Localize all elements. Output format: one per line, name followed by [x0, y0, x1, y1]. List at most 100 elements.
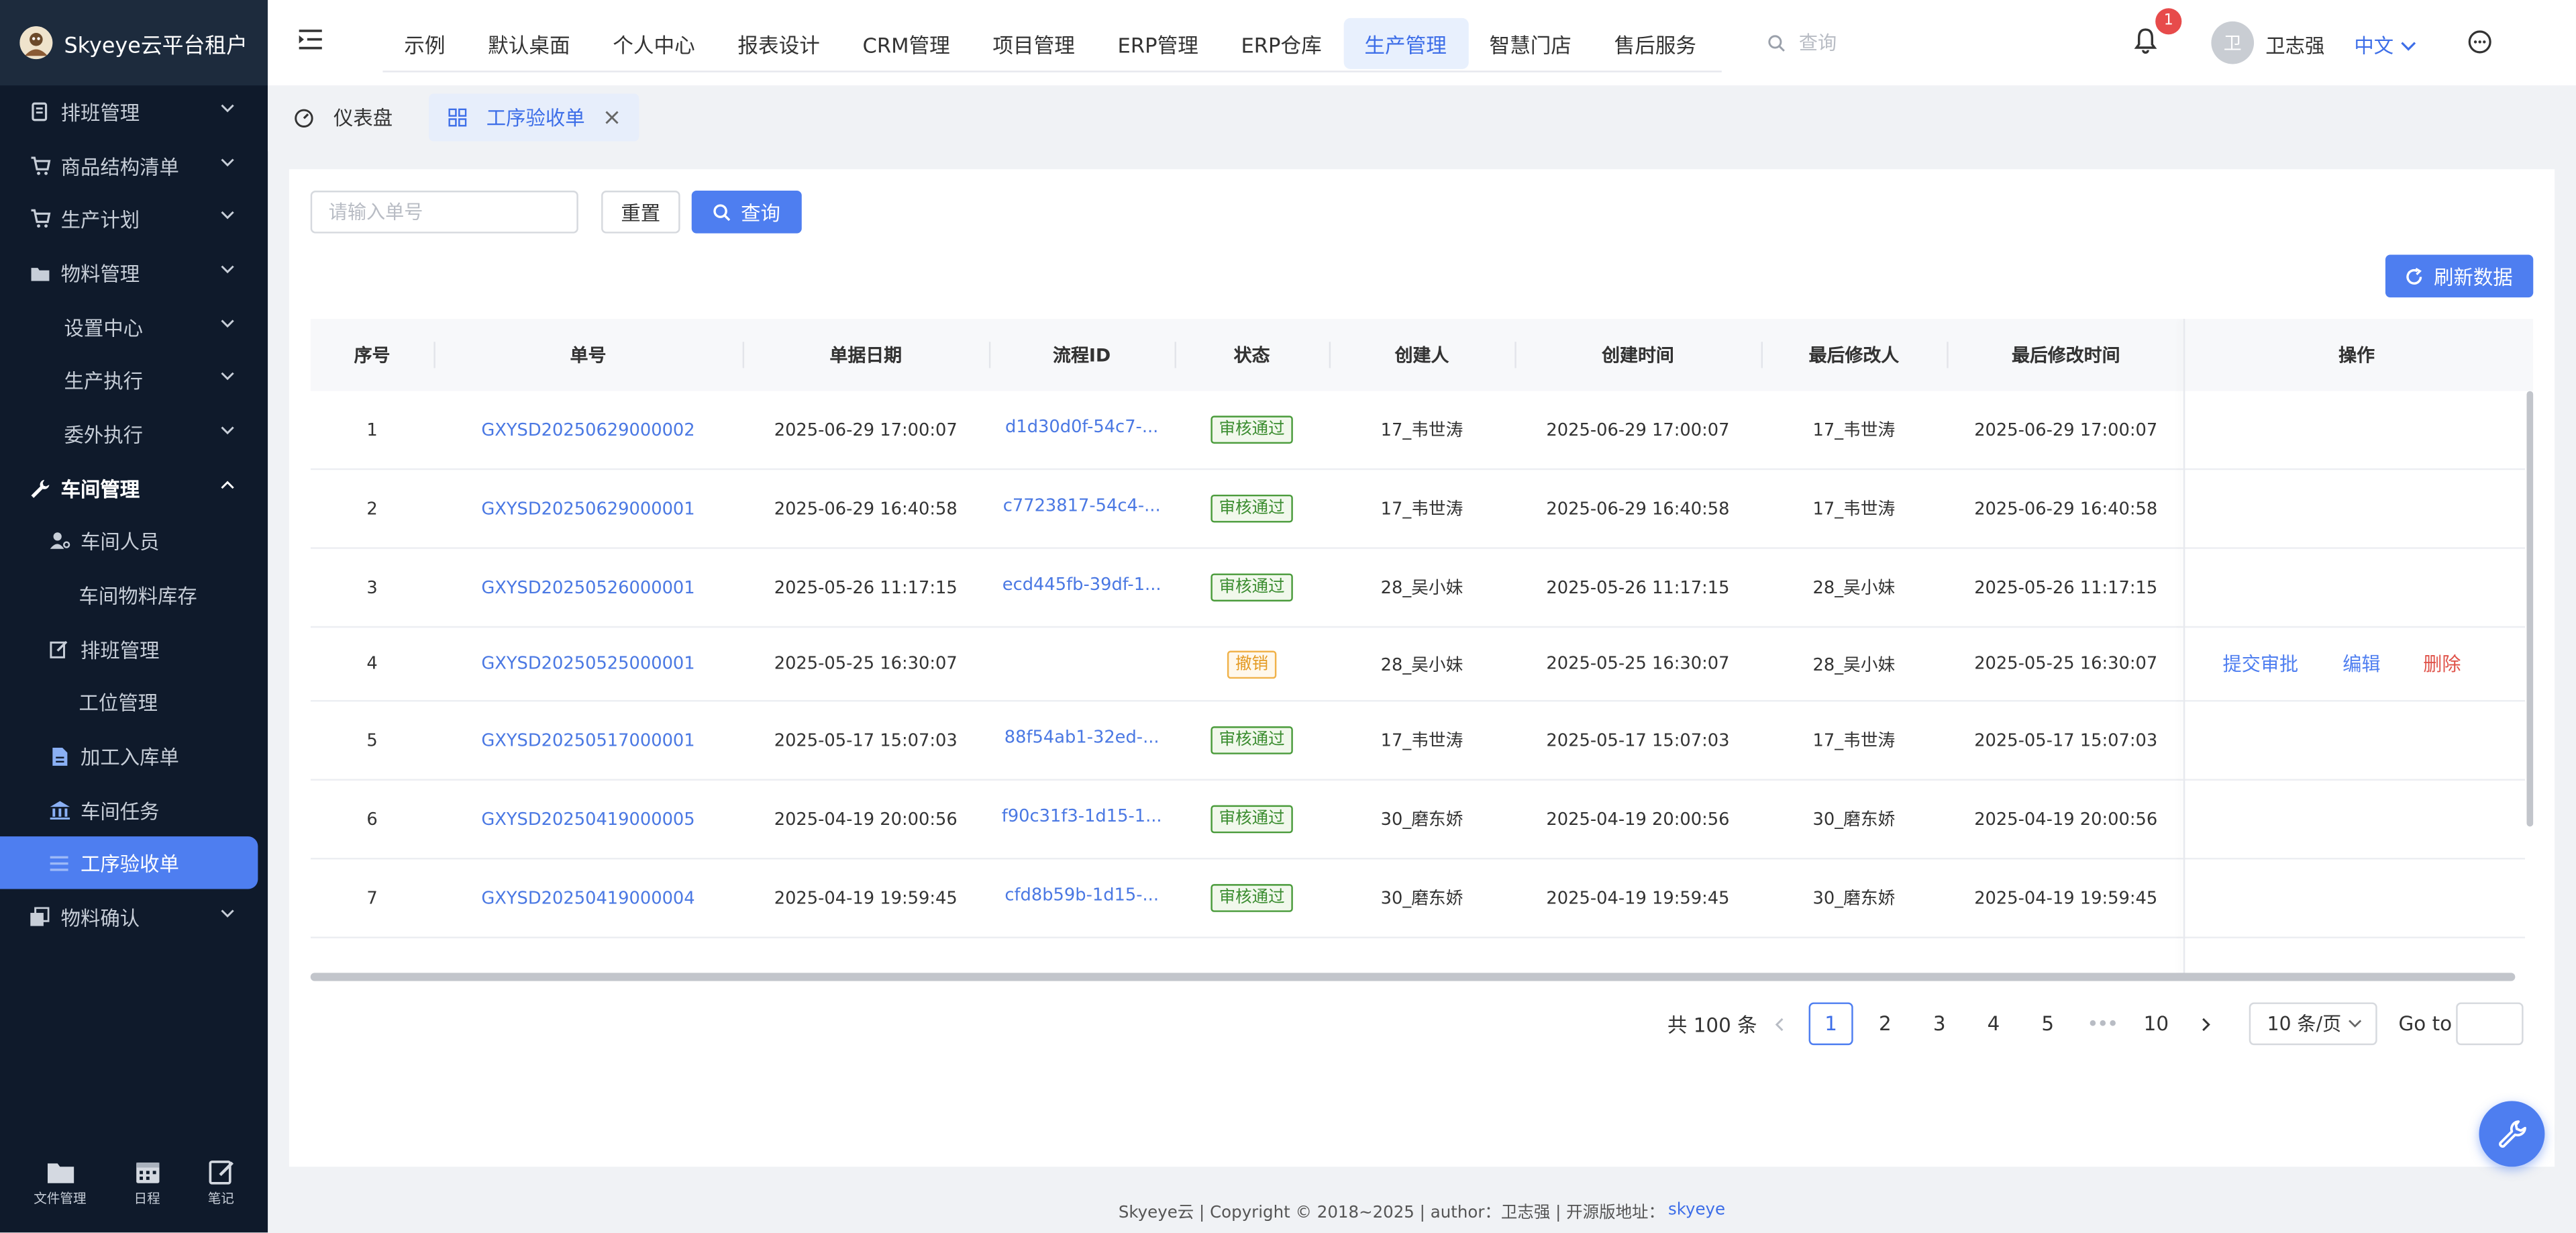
- topnav-item[interactable]: 示例: [382, 18, 466, 69]
- message-icon[interactable]: [2467, 30, 2492, 54]
- file-manager-shortcut[interactable]: 文件管理: [34, 1159, 87, 1207]
- delete-link[interactable]: 删除: [2423, 628, 2461, 700]
- sidebar-item-settings[interactable]: 设置中心: [0, 301, 268, 353]
- sidebar-item-shift-management[interactable]: 排班管理: [0, 623, 268, 675]
- flow-cell[interactable]: d1d30d0f-54c7-...: [989, 391, 1175, 468]
- top-search[interactable]: [1767, 31, 1947, 54]
- table-row[interactable]: 7 GXYSD20250419000004 2025-04-19 19:59:45 c…: [310, 859, 2526, 938]
- sidebar-item-bom[interactable]: 商品结构清单: [0, 140, 268, 192]
- code-cell[interactable]: GXYSD20250525000001: [433, 628, 742, 700]
- topnav-item[interactable]: 售后服务: [1593, 18, 1718, 69]
- sidebar-item-production-plan[interactable]: 生产计划: [0, 192, 268, 244]
- sidebar-item-workshop[interactable]: 车间管理: [0, 462, 268, 514]
- table-row[interactable]: 6 GXYSD20250419000005 2025-04-19 20:00:56 f…: [310, 781, 2526, 860]
- page-ellipsis[interactable]: •••: [2080, 1002, 2124, 1045]
- code-cell[interactable]: GXYSD20250629000002: [433, 391, 742, 468]
- flow-cell[interactable]: [989, 628, 1175, 700]
- table-row[interactable]: 4 GXYSD20250525000001 2025-05-25 16:30:07 撤…: [310, 628, 2526, 702]
- brand[interactable]: Skyeye云平台租户: [0, 0, 268, 86]
- sidebar-item-workshop-stock[interactable]: 车间物料库存: [0, 569, 268, 621]
- language-label: 中文: [2354, 34, 2394, 58]
- topnav-item[interactable]: ERP仓库: [1220, 18, 1343, 69]
- code-cell[interactable]: GXYSD20250526000001: [433, 549, 742, 626]
- sidebar-item-material-confirm[interactable]: 物料确认: [0, 891, 268, 943]
- tools-fab-button[interactable]: [2479, 1101, 2545, 1167]
- sidebar-item-material[interactable]: 物料管理: [0, 246, 268, 299]
- notes-shortcut[interactable]: 笔记: [208, 1158, 234, 1207]
- topnav-item[interactable]: 生产管理: [1343, 17, 1468, 69]
- code-cell[interactable]: GXYSD20250419000004: [433, 859, 742, 936]
- avatar[interactable]: 卫: [2211, 21, 2255, 64]
- topnav-item[interactable]: 智慧门店: [1468, 18, 1593, 69]
- edit-link[interactable]: 编辑: [2342, 628, 2380, 700]
- submit-approval-link[interactable]: 提交审批: [2223, 628, 2299, 700]
- table-row[interactable]: 3 GXYSD20250526000001 2025-05-26 11:17:15 e…: [310, 549, 2526, 628]
- sidebar-item-execution[interactable]: 生产执行: [0, 353, 268, 405]
- chevron-down-icon: [221, 426, 234, 435]
- flow-cell[interactable]: 88f54ab1-32ed-...: [989, 701, 1175, 779]
- vertical-scrollbar[interactable]: [2526, 391, 2534, 827]
- table-row-partial: [311, 938, 2525, 976]
- schedule-shortcut[interactable]: 日程: [134, 1158, 160, 1207]
- page-button[interactable]: 2: [1863, 1002, 1907, 1045]
- code-cell[interactable]: GXYSD20250419000005: [433, 781, 742, 858]
- topnav-item[interactable]: CRM管理: [841, 18, 972, 69]
- page-size-select[interactable]: 10 条/页: [2249, 1002, 2377, 1046]
- sidebar-item-schedule[interactable]: 排班管理: [0, 85, 268, 138]
- reset-button[interactable]: 重置: [601, 191, 680, 234]
- page-button[interactable]: 4: [1971, 1002, 2016, 1045]
- language-selector[interactable]: 中文: [2354, 32, 2416, 60]
- query-button[interactable]: 查询: [691, 191, 802, 234]
- app-root: Skyeye云平台租户 排班管理 商品结构清单 生产计划 物料管理 设置中心 生…: [0, 0, 2576, 1233]
- cart-icon: [28, 207, 51, 230]
- sidebar-item-process-acceptance[interactable]: 工序验收单: [0, 836, 258, 889]
- code-cell[interactable]: GXYSD20250517000001: [433, 701, 742, 779]
- table-row[interactable]: 1 GXYSD20250629000002 2025-06-29 17:00:07 d…: [310, 391, 2526, 471]
- sidebar-item-outsourcing[interactable]: 委外执行: [0, 407, 268, 460]
- top-search-input[interactable]: [1798, 31, 1947, 54]
- table-header: 序号 单号 单据日期 流程ID 状态 创建人 创建时间 最后修改人 最后修改时间 操作: [310, 318, 2534, 391]
- page-button[interactable]: 5: [2026, 1002, 2070, 1045]
- topnav-item[interactable]: ERP管理: [1096, 18, 1220, 69]
- topnav-item[interactable]: 个人中心: [591, 18, 716, 69]
- sidebar-item-tasks[interactable]: 车间任务: [0, 784, 268, 836]
- close-icon[interactable]: [605, 110, 619, 125]
- shortcut-label: 文件管理: [34, 1190, 87, 1205]
- topnav-item[interactable]: 报表设计: [717, 18, 841, 69]
- horizontal-scrollbar[interactable]: [310, 973, 2516, 981]
- sidebar-item-label: 工位管理: [79, 691, 158, 714]
- table-row[interactable]: 2 GXYSD20250629000001 2025-06-29 16:40:58 c…: [310, 470, 2526, 549]
- table-body[interactable]: 1 GXYSD20250629000002 2025-06-29 17:00:07 d…: [310, 391, 2528, 977]
- page-button[interactable]: 1: [1808, 1002, 1853, 1046]
- search-icon: [1768, 34, 1785, 51]
- username[interactable]: 卫志强: [2265, 32, 2324, 60]
- page-button[interactable]: 3: [1917, 1002, 1961, 1045]
- clipboard-icon: [28, 100, 51, 123]
- topnav-item[interactable]: 项目管理: [972, 18, 1096, 69]
- sidebar-item-workshop-staff[interactable]: 车间人员: [0, 514, 268, 566]
- tab-process-acceptance[interactable]: 工序验收单: [429, 93, 639, 142]
- flow-cell[interactable]: f90c31f3-1d15-1...: [989, 781, 1175, 858]
- order-number-input[interactable]: [310, 191, 578, 234]
- refresh-button[interactable]: 刷新数据: [2385, 254, 2534, 298]
- code-cell[interactable]: GXYSD20250629000001: [433, 470, 742, 547]
- topnav-item[interactable]: 默认桌面: [466, 18, 591, 69]
- flow-cell[interactable]: cfd8b59b-1d15-...: [989, 859, 1175, 936]
- goto-page-input[interactable]: [2456, 1002, 2524, 1046]
- flow-cell[interactable]: c7723817-54c4-...: [989, 470, 1175, 547]
- sidebar-item-label: 委外执行: [64, 423, 144, 446]
- total-count: 共 100 条: [1667, 1013, 1757, 1036]
- page-button[interactable]: 10: [2134, 1002, 2178, 1045]
- modified-cell: 2025-05-25 16:30:07: [1974, 654, 2158, 674]
- footer-link[interactable]: skyeye: [1668, 1201, 1725, 1220]
- prev-page-button[interactable]: [1756, 1002, 1800, 1045]
- menu-collapse-icon[interactable]: [299, 30, 322, 50]
- flow-cell[interactable]: ecd445fb-39df-1...: [989, 549, 1175, 626]
- bell-icon[interactable]: [2134, 28, 2157, 54]
- tab-dashboard[interactable]: 仪表盘: [294, 94, 393, 142]
- next-page-button[interactable]: [2183, 1002, 2228, 1045]
- sidebar-item-station[interactable]: 工位管理: [0, 675, 268, 728]
- column-header: 单据日期: [829, 345, 903, 366]
- sidebar-item-inbound[interactable]: 加工入库单: [0, 730, 268, 782]
- table-row[interactable]: 5 GXYSD20250517000001 2025-05-17 15:07:03 8…: [310, 701, 2526, 781]
